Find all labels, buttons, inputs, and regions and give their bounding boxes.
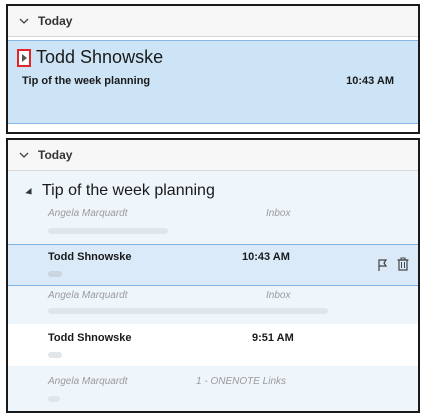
sender-name: Angela Marquardt bbox=[48, 290, 128, 301]
group-header-today[interactable]: Today bbox=[8, 6, 418, 37]
message-subject: Tip of the week planning bbox=[22, 75, 151, 87]
triangle-right-icon bbox=[21, 54, 27, 62]
message-time: 10:43 AM bbox=[346, 75, 394, 87]
preview-text-blurred bbox=[48, 396, 60, 402]
folder-name: 1 - ONENOTE Links bbox=[196, 376, 287, 387]
chevron-down-icon bbox=[19, 18, 29, 24]
list-item[interactable]: Todd Shnowske 9:51 AM bbox=[8, 324, 418, 366]
preview-text-blurred bbox=[48, 308, 328, 314]
flag-icon[interactable] bbox=[376, 258, 390, 272]
message-time: 9:51 AM bbox=[252, 332, 294, 344]
sender-name: Todd Shnowske bbox=[36, 47, 164, 67]
group-header-today[interactable]: Today bbox=[8, 140, 418, 171]
group-label: Today bbox=[38, 148, 73, 162]
chevron-down-icon bbox=[19, 152, 29, 158]
list-item[interactable]: Angela Marquardt Inbox bbox=[8, 286, 418, 322]
folder-name: Inbox bbox=[266, 290, 291, 301]
conversation-header[interactable]: Tip of the week planning bbox=[25, 180, 215, 202]
preview-text-blurred bbox=[48, 228, 168, 234]
group-label: Today bbox=[38, 14, 73, 28]
message-list-collapsed: Today Todd Shnowske Tip of the week plan… bbox=[6, 4, 420, 134]
preview-text-blurred bbox=[48, 352, 62, 358]
sender-name: Todd Shnowske bbox=[48, 332, 132, 344]
message-time: 10:43 AM bbox=[242, 251, 290, 263]
list-item-hovered[interactable]: Todd Shnowske 10:43 AM bbox=[8, 244, 418, 286]
message-list-expanded: Today Tip of the week planning Angela Ma… bbox=[6, 138, 420, 413]
preview-text-blurred bbox=[48, 271, 62, 277]
collapse-triangle-icon bbox=[25, 187, 35, 197]
expand-conversation-button[interactable] bbox=[17, 49, 31, 67]
trash-icon[interactable] bbox=[396, 257, 410, 271]
folder-name: Inbox bbox=[266, 208, 291, 219]
conversation-subject: Tip of the week planning bbox=[42, 182, 215, 199]
sender-name: Angela Marquardt bbox=[48, 208, 128, 219]
conversation-row-selected[interactable]: Todd Shnowske Tip of the week planning 1… bbox=[8, 40, 418, 124]
list-item[interactable]: Angela Marquardt 1 - ONENOTE Links bbox=[8, 368, 418, 410]
sender-name: Angela Marquardt bbox=[48, 376, 128, 387]
sender-name: Todd Shnowske bbox=[48, 251, 132, 263]
list-item[interactable]: Angela Marquardt Inbox bbox=[8, 204, 418, 242]
